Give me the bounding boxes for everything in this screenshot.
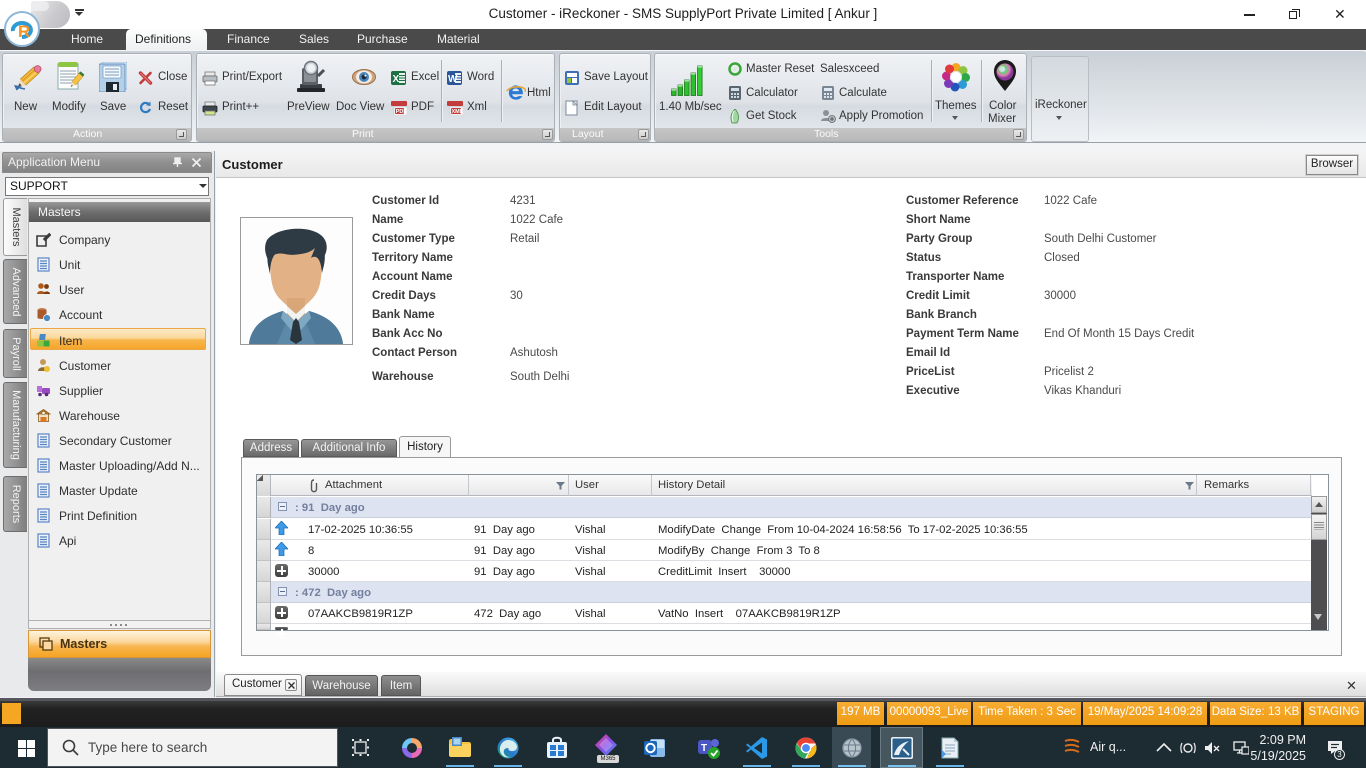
svg-text:XML: XML [452,109,464,115]
svg-text:R: R [18,22,30,41]
svg-text:T: T [701,743,707,754]
svg-text:W: W [448,74,458,85]
svg-text:PDF: PDF [396,109,407,115]
svg-text:X: X [393,74,400,85]
